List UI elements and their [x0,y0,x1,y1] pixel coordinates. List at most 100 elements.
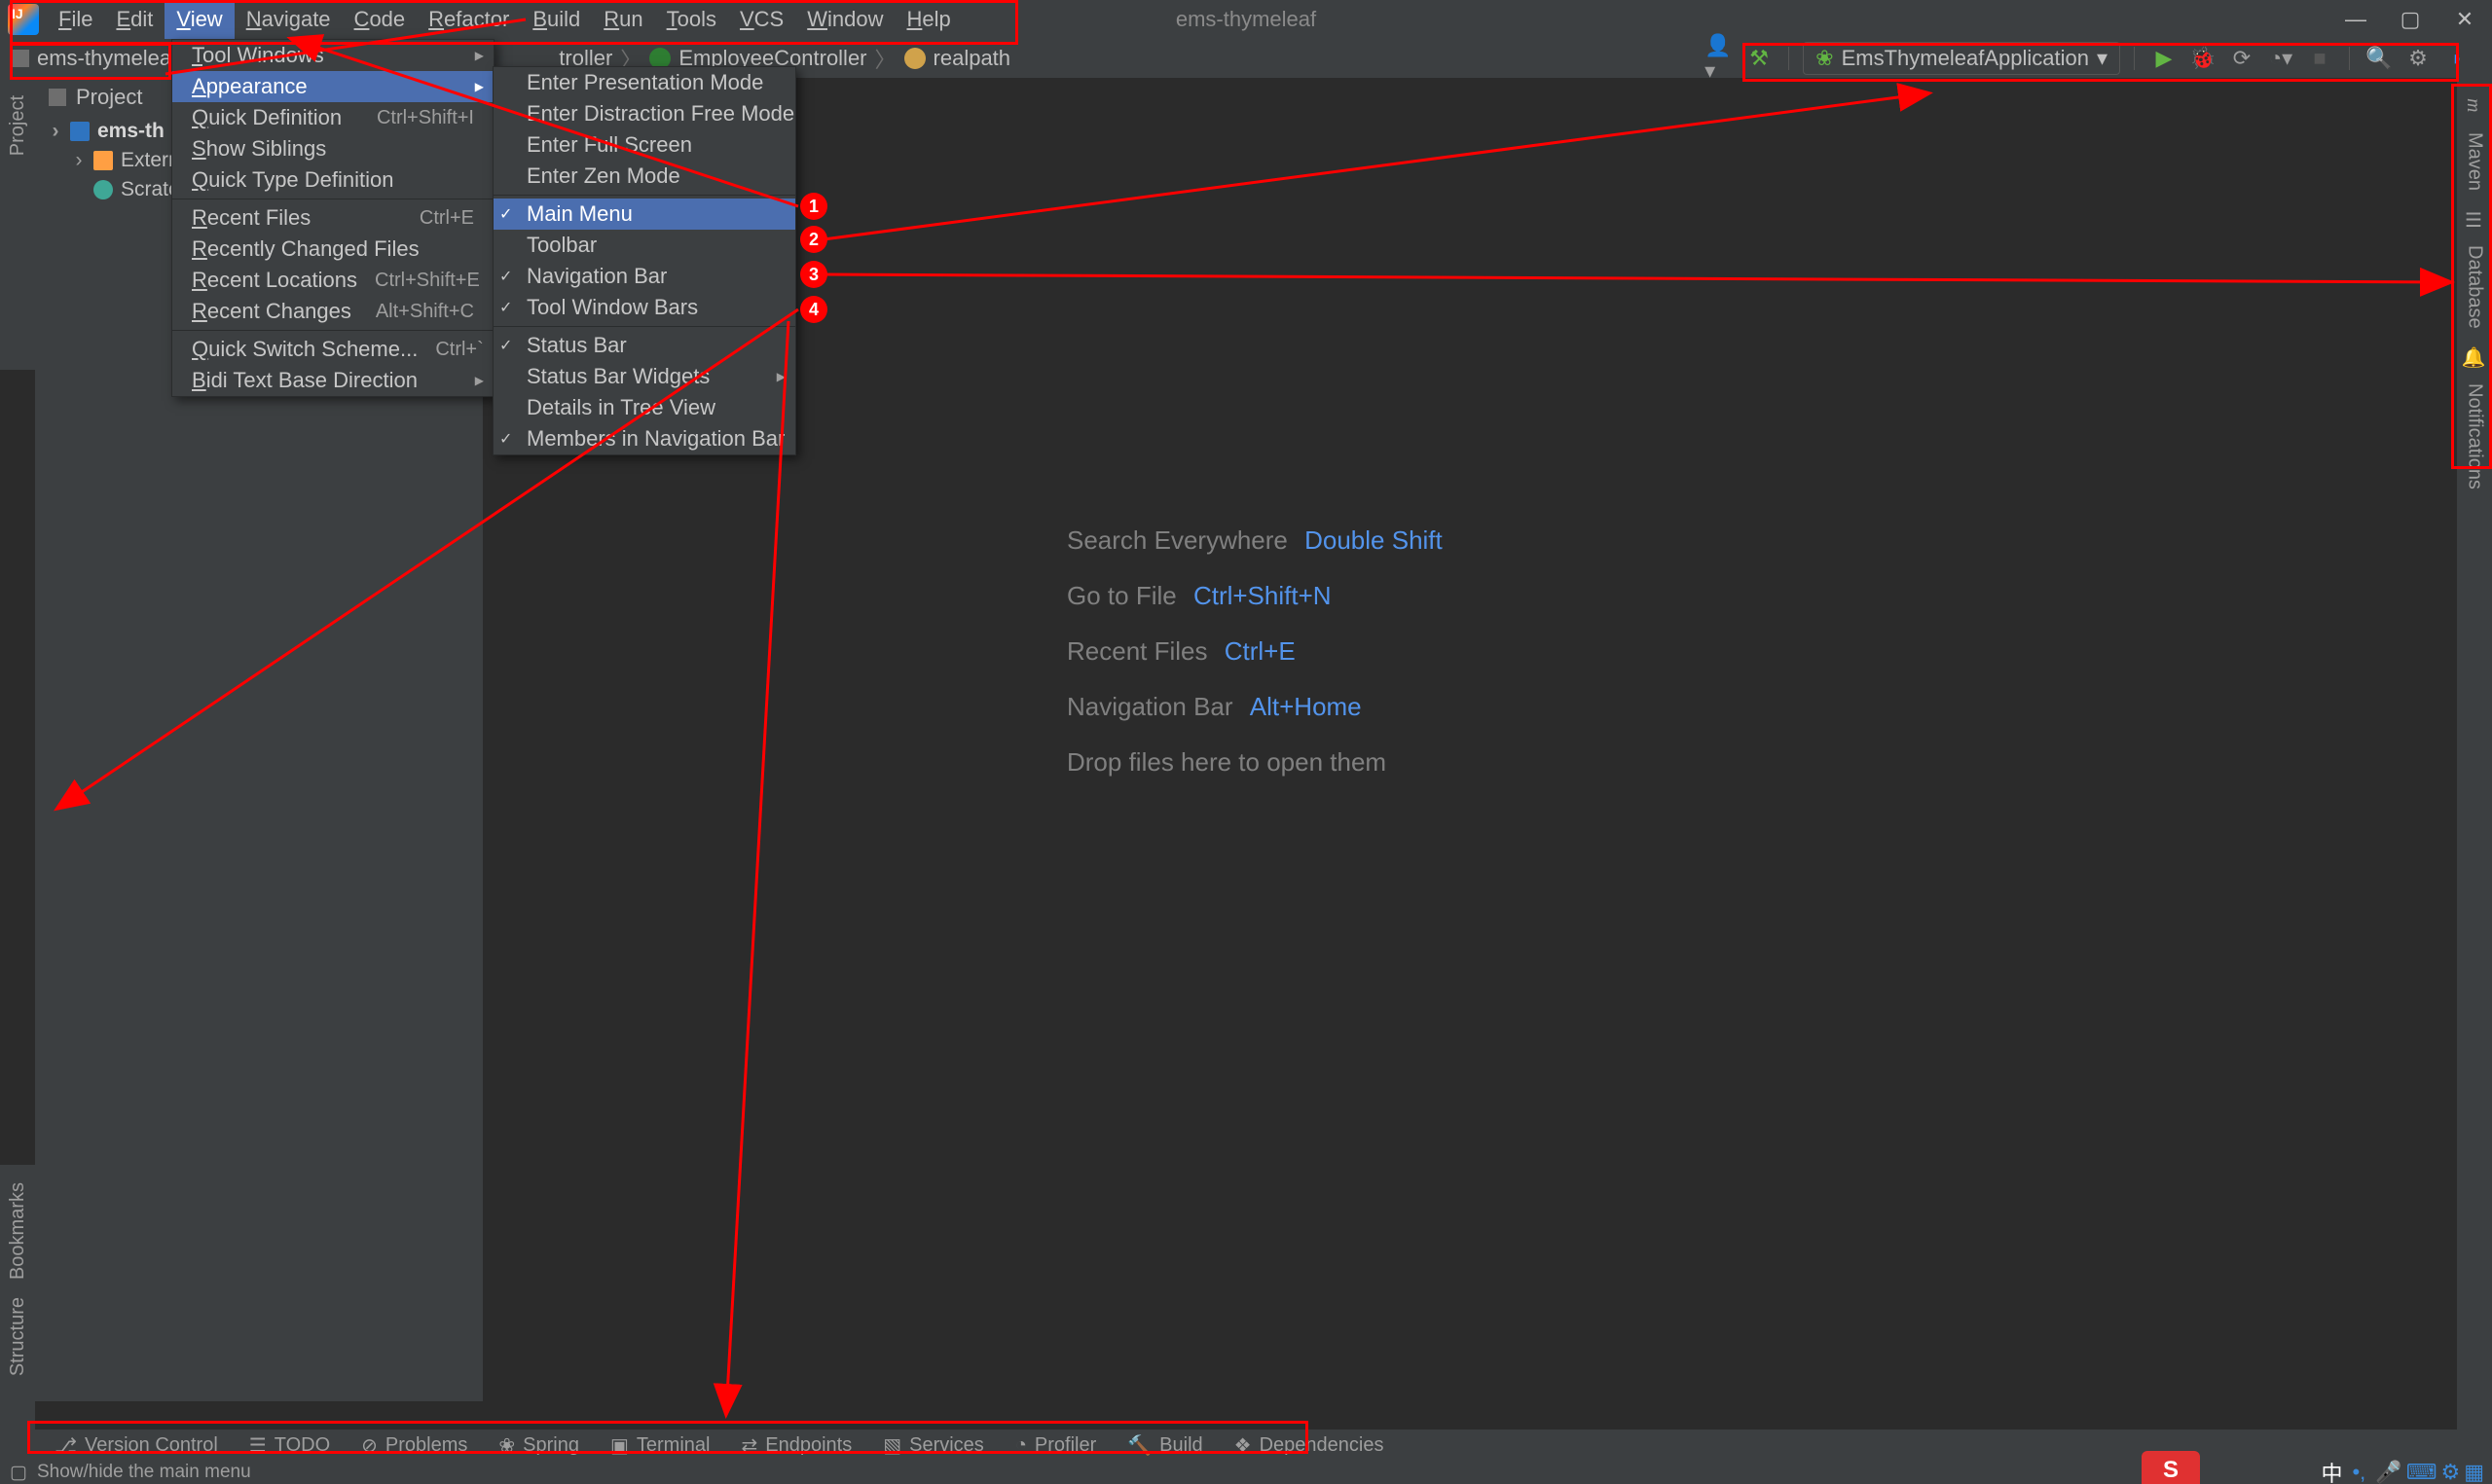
menu-item[interactable]: ✓Navigation Bar [494,261,795,292]
breadcrumb-root[interactable]: ems-thymeleaf [37,46,177,71]
editor-hint: Drop files here to open them [1067,747,1443,778]
breadcrumb-item[interactable]: realpath [934,46,1011,71]
menu-item[interactable]: Bidi Text Base Direction [172,365,494,396]
tool-tab-project[interactable]: Project [7,95,29,156]
bottom-tool-terminal[interactable]: ▣Terminal [595,1430,725,1461]
menu-vcs[interactable]: VCS [728,0,795,39]
main-toolbar: 👤▾ ⚒ ❀ EmsThymeleafApplication ▾ ▶ 🐞 ⟳ ◔… [1704,39,2473,78]
menu-item[interactable]: Enter Presentation Mode [494,67,795,98]
menu-item[interactable]: Status Bar Widgets [494,361,795,392]
caret-right-icon[interactable]: › [49,120,62,143]
tool-icon: ☰ [249,1433,267,1458]
code-with-me-icon[interactable]: ◗ [2441,43,2473,74]
caret-right-icon[interactable]: › [72,149,86,172]
maximize-button[interactable]: ▢ [2383,0,2437,39]
editor-hint: Navigation Bar Alt+Home [1067,692,1443,722]
ime-punct-icon[interactable]: •, [2352,1460,2365,1484]
menu-bar: FileEditViewNavigateCodeRefactorBuildRun… [0,0,2492,39]
menu-item[interactable]: Quick Switch Scheme...Ctrl+` [172,334,494,365]
minimize-button[interactable]: — [2328,0,2383,39]
tool-tab-notifications[interactable]: Notifications [2464,383,2486,489]
menu-build[interactable]: Build [521,0,592,39]
tool-icon: ❀ [498,1433,515,1458]
menu-item[interactable]: Recently Changed Files [172,234,494,265]
intellij-logo-icon [8,4,39,35]
menu-refactor[interactable]: Refactor [417,0,521,39]
editor-hints: Search Everywhere Double Shift Go to File… [1067,525,1443,803]
settings-gear-icon[interactable]: ⚙ [2402,43,2434,74]
run-configuration-selector[interactable]: ❀ EmsThymeleafApplication ▾ [1803,42,2120,75]
menu-item[interactable]: ✓Members in Navigation Bar [494,423,795,454]
menu-item[interactable]: Toolbar [494,230,795,261]
tool-tab-structure[interactable]: Structure [7,1297,29,1376]
bottom-tool-spring[interactable]: ❀Spring [483,1430,595,1461]
menu-code[interactable]: Code [343,0,418,39]
search-everywhere-icon[interactable]: 🔍 [2364,43,2395,74]
field-icon [904,48,926,69]
ime-mic-icon[interactable]: 🎤 [2375,1460,2401,1484]
stop-button[interactable]: ■ [2304,43,2335,74]
menu-item[interactable]: Quick Type Definition [172,164,494,196]
sogou-ime-badge[interactable]: S [2142,1451,2200,1484]
ime-skin-icon[interactable]: ▦ [2464,1460,2484,1484]
tree-label: ems-th [97,120,165,143]
build-hammer-icon[interactable]: ⚒ [1743,43,1775,74]
menu-file[interactable]: File [47,0,104,39]
menu-item[interactable]: Tool Windows [172,40,494,71]
profile-button[interactable]: ◔▾ [2265,43,2296,74]
tool-icon: ▣ [610,1433,629,1458]
bottom-tool-dependencies[interactable]: ❖Dependencies [1219,1430,1400,1461]
editor-hint: Go to File Ctrl+Shift+N [1067,581,1443,611]
menu-item[interactable]: Recent ChangesAlt+Shift+C [172,296,494,327]
bottom-tool-version control[interactable]: ⎇Version Control [39,1430,234,1461]
menu-item[interactable]: Enter Full Screen [494,129,795,161]
menu-edit[interactable]: Edit [104,0,165,39]
tool-tab-maven[interactable]: Maven [2464,132,2486,191]
vcs-user-icon[interactable]: 👤▾ [1704,43,1736,74]
close-button[interactable]: ✕ [2437,0,2492,39]
bottom-tool-profiler[interactable]: ◔Profiler [1000,1430,1112,1461]
menu-window[interactable]: Window [795,0,895,39]
menu-item[interactable]: ✓Status Bar [494,330,795,361]
menu-item[interactable]: Details in Tree View [494,392,795,423]
menu-item[interactable]: Quick DefinitionCtrl+Shift+I [172,102,494,133]
menu-tools[interactable]: Tools [655,0,728,39]
tool-tab-database[interactable]: Database [2464,245,2486,329]
bottom-tool-endpoints[interactable]: ⇄Endpoints [725,1430,867,1461]
project-header-label: Project [76,85,142,110]
tool-tab-bookmarks[interactable]: Bookmarks [7,1182,29,1280]
menu-item[interactable]: Show Siblings [172,133,494,164]
tool-icon: ⎇ [55,1433,77,1458]
coverage-button[interactable]: ⟳ [2226,43,2257,74]
menu-help[interactable]: Help [895,0,962,39]
menu-item[interactable]: Recent FilesCtrl+E [172,202,494,234]
menu-run[interactable]: Run [592,0,654,39]
caret-blank [72,178,86,201]
tool-icon: ▧ [883,1433,901,1458]
ime-settings-icon[interactable]: ⚙ [2440,1460,2460,1484]
menu-navigate[interactable]: Navigate [235,0,343,39]
left-tool-strip: Project [0,78,35,370]
debug-button[interactable]: 🐞 [2187,43,2218,74]
tool-icon: 🔨 [1127,1433,1152,1458]
menu-item[interactable]: ✓Main Menu [494,199,795,230]
annotation-badge-4: 4 [800,296,827,323]
bottom-tool-todo[interactable]: ☰TODO [234,1430,346,1461]
menu-item[interactable]: Enter Distraction Free Mode [494,98,795,129]
tool-icon: ⇄ [741,1433,757,1458]
bottom-tool-bar: ⎇Version Control☰TODO⊘Problems❀Spring▣Te… [0,1430,2492,1461]
ime-keyboard-icon[interactable]: ⌨ [2406,1460,2437,1484]
menu-view[interactable]: View [165,0,234,39]
ime-lang[interactable]: 中 [2321,1457,2342,1484]
run-button[interactable]: ▶ [2148,43,2180,74]
menu-item[interactable]: ✓Tool Window Bars [494,292,795,323]
bottom-tool-services[interactable]: ▧Services [867,1430,1000,1461]
module-icon [70,122,90,141]
bottom-tool-problems[interactable]: ⊘Problems [346,1430,483,1461]
status-bar: ▢ Show/hide the main menu [0,1461,2492,1484]
menu-item[interactable]: Enter Zen Mode [494,161,795,192]
editor-hint: Search Everywhere Double Shift [1067,525,1443,556]
menu-item[interactable]: Recent LocationsCtrl+Shift+E [172,265,494,296]
bottom-tool-build[interactable]: 🔨Build [1112,1430,1218,1461]
menu-item[interactable]: Appearance [172,71,494,102]
